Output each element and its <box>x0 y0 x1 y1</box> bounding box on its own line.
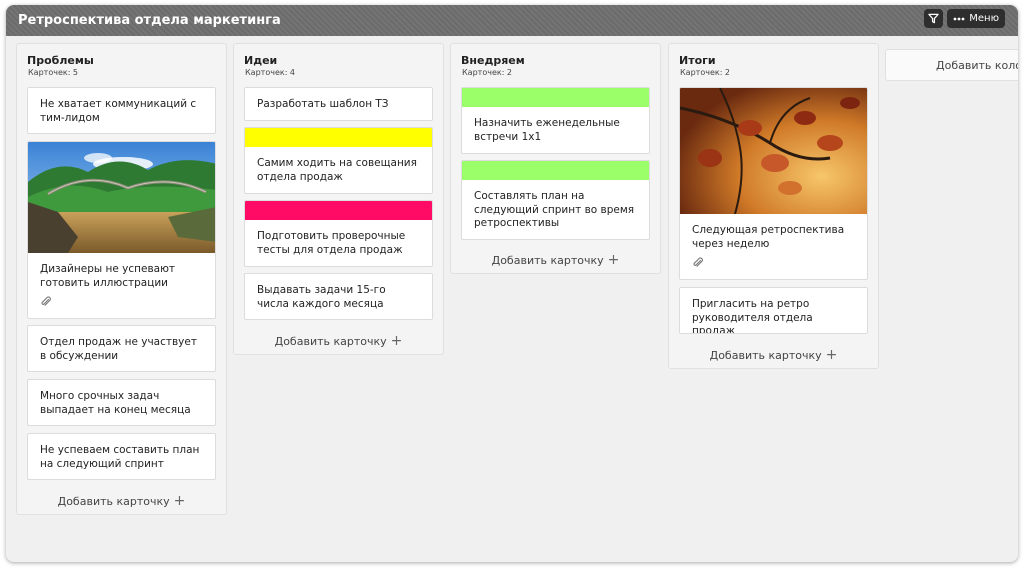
card-text: Много срочных задач выпадает на конец ме… <box>40 390 191 416</box>
card-with-image[interactable]: Дизайнеры не успевают готовить иллюстрац… <box>27 141 216 319</box>
more-icon <box>953 17 965 20</box>
add-card-button[interactable]: Добавить карточку + <box>451 252 660 268</box>
plus-icon: + <box>825 347 838 363</box>
card-text: Назначить еженедельные встречи 1х1 <box>474 117 620 143</box>
card-image-mountain-bridge <box>28 142 215 253</box>
card-text: Дизайнеры не успевают готовить иллюстрац… <box>40 263 176 289</box>
column-title[interactable]: Идеи <box>244 54 277 67</box>
menu-label: Меню <box>969 13 999 24</box>
add-column-button[interactable]: Добавить колонку <box>885 49 1018 81</box>
card-label-pink <box>245 201 432 220</box>
card-text: Самим ходить на совещания отдела продаж <box>257 157 417 183</box>
add-card-button[interactable]: Добавить карточку + <box>669 347 878 363</box>
card[interactable]: Много срочных задач выпадает на конец ме… <box>27 379 216 426</box>
card-label-green <box>462 88 649 107</box>
add-card-label: Добавить карточку <box>709 349 822 362</box>
header-actions: Меню <box>924 9 1005 28</box>
card[interactable]: Не успеваем составить план на следующий … <box>27 433 216 480</box>
card[interactable]: Подготовить проверочные тесты для отдела… <box>244 200 433 267</box>
card-text: Отдел продаж не участвует в обсуждении <box>40 336 197 362</box>
plus-icon: + <box>173 493 186 509</box>
card-with-image[interactable]: Следующая ретроспектива через неделю <box>679 87 868 280</box>
card-text: Не успеваем составить план на следующий … <box>40 444 200 470</box>
filter-button[interactable] <box>924 9 944 28</box>
card-label-green <box>462 161 649 180</box>
column-results: Итоги Карточек: 2 Следующая ретроспектив… <box>668 43 879 369</box>
board-window: Ретроспектива отдела маркетинга Меню Про… <box>6 5 1018 562</box>
card[interactable]: Пригласить на ретро руководителя отдела … <box>679 287 868 334</box>
add-card-button[interactable]: Добавить карточку + <box>17 493 226 509</box>
plus-icon: + <box>607 252 620 268</box>
card-text: Пригласить на ретро руководителя отдела … <box>692 298 813 334</box>
card[interactable]: Отдел продаж не участвует в обсуждении <box>27 325 216 372</box>
card[interactable]: Не хватает коммуникаций с тим-лидом <box>27 87 216 134</box>
add-card-label: Добавить карточку <box>491 254 604 267</box>
column-title[interactable]: Проблемы <box>27 54 94 67</box>
column-card-count: Карточек: 4 <box>245 68 296 77</box>
column-card-count: Карточек: 5 <box>28 68 79 77</box>
column-problems: Проблемы Карточек: 5 Не хватает коммуник… <box>16 43 227 515</box>
card[interactable]: Назначить еженедельные встречи 1х1 <box>461 87 650 154</box>
attachment-icon <box>41 296 51 306</box>
add-card-label: Добавить карточку <box>274 335 387 348</box>
filter-icon <box>928 13 939 24</box>
card-label-yellow <box>245 128 432 147</box>
card[interactable]: Разработать шаблон ТЗ <box>244 87 433 121</box>
column-card-count: Карточек: 2 <box>680 68 731 77</box>
add-card-label: Добавить карточку <box>57 495 170 508</box>
column-title[interactable]: Внедряем <box>461 54 525 67</box>
card[interactable]: Самим ходить на совещания отдела продаж <box>244 127 433 194</box>
column-card-count: Карточек: 2 <box>462 68 513 77</box>
card-text: Составлять план на следующий спринт во в… <box>474 190 635 229</box>
card-text: Не хватает коммуникаций с тим-лидом <box>40 98 197 124</box>
card-text: Выдавать задачи 15-го числа каждого меся… <box>257 284 386 310</box>
card-text: Подготовить проверочные тесты для отдела… <box>257 230 406 256</box>
card[interactable]: Составлять план на следующий спринт во в… <box>461 160 650 240</box>
card[interactable]: Выдавать задачи 15-го числа каждого меся… <box>244 273 433 320</box>
card-image-autumn-leaves <box>680 88 867 215</box>
attachment-icon <box>693 257 703 267</box>
board: Проблемы Карточек: 5 Не хватает коммуник… <box>6 43 1018 562</box>
board-header: Ретроспектива отдела маркетинга Меню <box>6 5 1018 36</box>
column-implementing: Внедряем Карточек: 2 Назначить еженедель… <box>450 43 661 274</box>
column-title[interactable]: Итоги <box>679 54 716 67</box>
card-text: Разработать шаблон ТЗ <box>257 98 389 110</box>
column-ideas: Идеи Карточек: 4 Разработать шаблон ТЗ С… <box>233 43 444 355</box>
add-card-button[interactable]: Добавить карточку + <box>234 333 443 349</box>
card-text: Следующая ретроспектива через неделю <box>692 224 845 250</box>
menu-button[interactable]: Меню <box>947 9 1005 28</box>
plus-icon: + <box>390 333 403 349</box>
board-title: Ретроспектива отдела маркетинга <box>18 13 281 28</box>
